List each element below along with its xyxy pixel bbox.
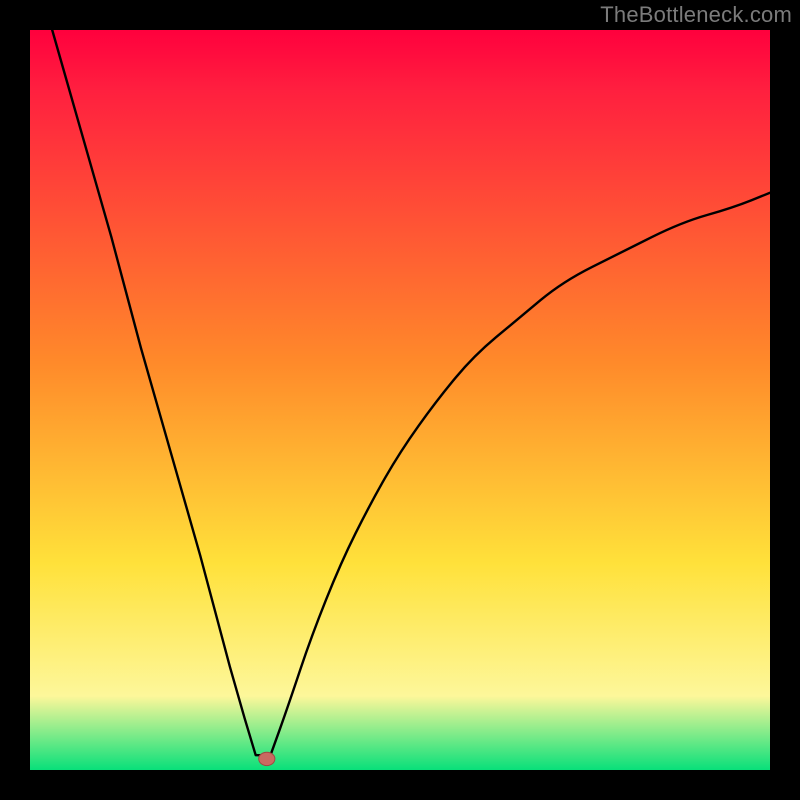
bottleneck-chart (0, 0, 800, 800)
minimum-marker (259, 752, 275, 765)
plot-background (30, 30, 770, 770)
chart-frame: TheBottleneck.com (0, 0, 800, 800)
